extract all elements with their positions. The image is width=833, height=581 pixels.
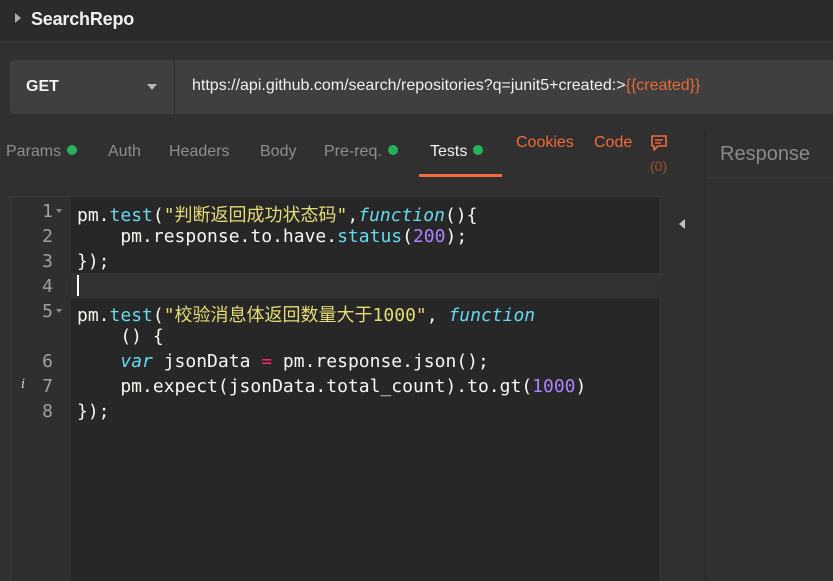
code-line: }); xyxy=(77,251,110,272)
code-token: test xyxy=(109,205,153,226)
code-token: function xyxy=(358,205,445,226)
pane-divider[interactable] xyxy=(705,130,706,581)
url-base: https://api.github.com/search/repositori… xyxy=(192,77,626,94)
tab-body[interactable]: Body xyxy=(260,143,296,161)
tab-headers[interactable]: Headers xyxy=(169,143,229,161)
code-line: pm.test("校验消息体返回数量大于1000", function xyxy=(77,301,535,327)
method-select[interactable]: GET xyxy=(10,60,175,114)
code-token: = xyxy=(261,351,273,372)
tab-params[interactable]: Params xyxy=(6,143,78,161)
code-token: pm.response.json(); xyxy=(272,351,489,372)
code-token: "校验消息体返回数量大于1000" xyxy=(163,305,427,326)
code-token: pm.response.to.have. xyxy=(77,226,338,247)
code-token: 1000 xyxy=(532,376,576,397)
cookies-link[interactable]: Cookies xyxy=(516,134,574,152)
code-line: }); xyxy=(77,401,110,422)
line-number: 7 xyxy=(42,376,53,397)
code-token: "判断返回成功状态码" xyxy=(163,205,348,226)
line-number: 6 xyxy=(42,351,53,372)
code-line: var jsonData = pm.response.json(); xyxy=(77,351,489,372)
url-input[interactable]: https://api.github.com/search/repositori… xyxy=(176,60,833,114)
response-label: Response xyxy=(720,143,811,165)
response-pane-header: Response xyxy=(706,130,833,178)
line-number: 3 xyxy=(42,251,53,272)
code-token: pm.expect(jsonData.total_count).to.gt( xyxy=(77,376,533,397)
status-dot-icon xyxy=(473,145,484,155)
status-dot-icon xyxy=(387,145,398,155)
text-cursor xyxy=(77,275,79,296)
request-title[interactable]: SearchRepo xyxy=(31,9,134,30)
code-token: function xyxy=(448,305,536,326)
line-number: 4 xyxy=(42,276,53,297)
code-token: jsonData xyxy=(152,351,262,372)
code-token: ) xyxy=(575,376,587,397)
collapse-arrow-icon[interactable] xyxy=(679,219,685,229)
fold-arrow-icon[interactable] xyxy=(56,209,62,213)
tab-pre-request[interactable]: Pre-req. xyxy=(324,143,398,161)
line-number: 8 xyxy=(42,401,53,422)
title-bar: SearchRepo xyxy=(0,0,833,42)
fold-arrow-icon[interactable] xyxy=(56,309,62,313)
code-line: () { xyxy=(77,326,164,347)
code-token: ( xyxy=(152,305,164,326)
method-label: GET xyxy=(26,78,59,95)
code-line: pm.response.to.have.status(200); xyxy=(77,226,467,247)
code-editor[interactable]: 1 2 3 4 5 6 i 7 8 pm.test("判断返回成功状态码",fu… xyxy=(10,196,661,581)
active-line-highlight xyxy=(71,273,661,298)
tab-label: Body xyxy=(260,143,297,160)
comment-icon[interactable] xyxy=(650,134,668,152)
code-token: pm. xyxy=(77,305,110,326)
code-token: , xyxy=(347,205,359,226)
tab-label: Headers xyxy=(169,143,230,160)
tab-label: Pre-req. xyxy=(324,143,382,160)
tab-label: Params xyxy=(6,143,62,160)
code-token: , xyxy=(426,305,449,326)
chevron-down-icon[interactable] xyxy=(147,84,157,90)
expand-caret-icon[interactable] xyxy=(15,13,21,23)
url-variable: {{created}} xyxy=(625,77,701,94)
code-token: (){ xyxy=(444,205,478,226)
code-token: ); xyxy=(445,226,468,247)
line-number: 2 xyxy=(42,226,53,247)
code-token: ( xyxy=(152,205,164,226)
tab-tests[interactable]: Tests xyxy=(430,143,484,161)
code-token: 200 xyxy=(412,226,446,247)
code-token: status xyxy=(337,226,403,247)
code-link[interactable]: Code xyxy=(594,134,632,152)
code-token: test xyxy=(109,305,153,326)
status-dot-icon xyxy=(67,145,78,155)
tab-label: Auth xyxy=(108,143,141,160)
code-token: pm. xyxy=(77,205,110,226)
line-number: 1 xyxy=(42,201,53,222)
url-text: https://api.github.com/search/repositori… xyxy=(192,77,700,95)
tab-label: Tests xyxy=(430,143,468,160)
line-number: 5 xyxy=(42,301,53,322)
tab-auth[interactable]: Auth xyxy=(108,143,141,161)
request-bar: GET https://api.github.com/search/reposi… xyxy=(10,60,833,114)
code-token: var xyxy=(120,351,153,372)
code-line: pm.test("判断返回成功状态码",function(){ xyxy=(77,201,477,227)
comment-count: (0) xyxy=(650,158,668,174)
active-tab-indicator xyxy=(419,174,502,177)
code-line: pm.expect(jsonData.total_count).to.gt(10… xyxy=(77,376,586,397)
code-token: ( xyxy=(402,226,413,247)
